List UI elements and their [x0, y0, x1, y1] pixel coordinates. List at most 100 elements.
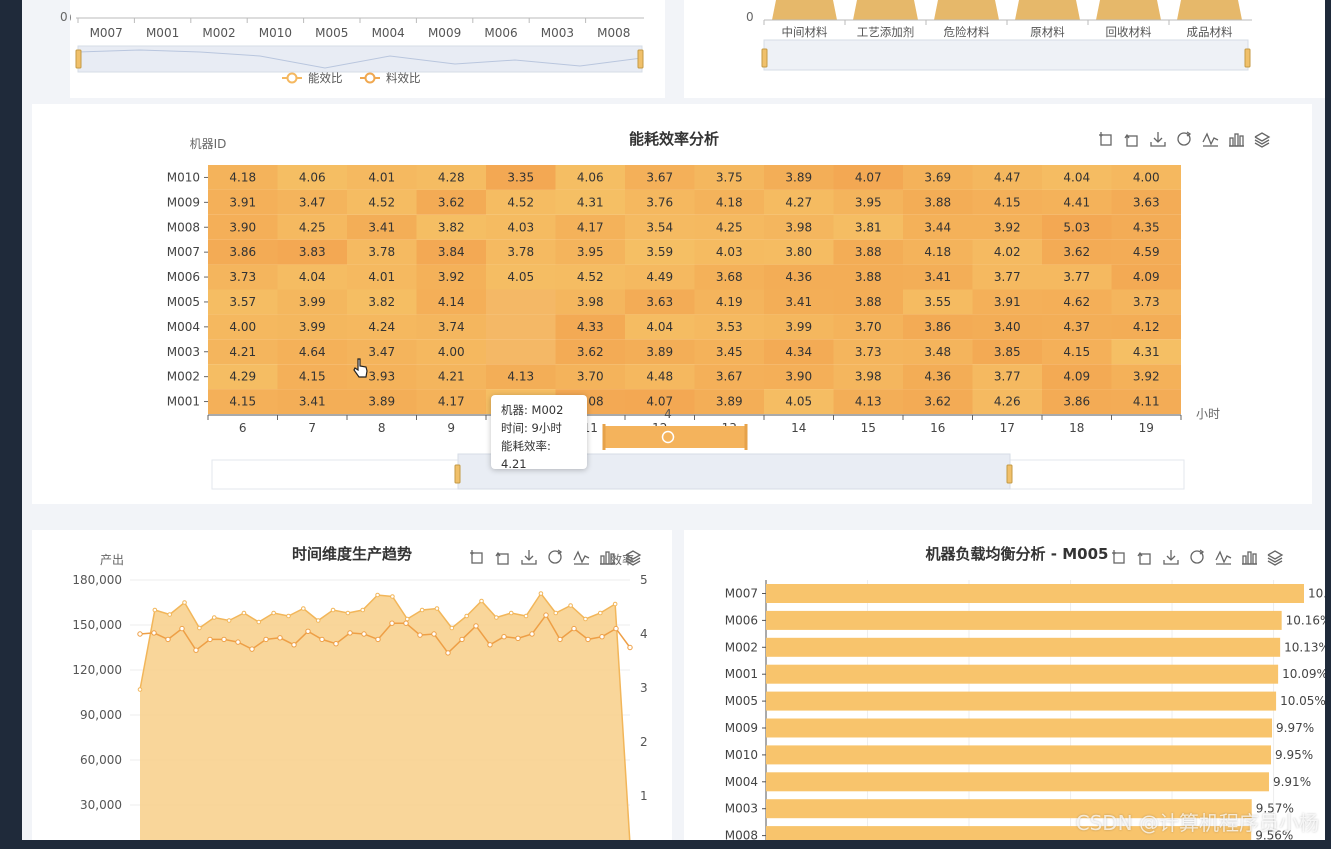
- trend-efficiency-point[interactable]: [305, 628, 311, 635]
- trend-efficiency-point[interactable]: [319, 636, 325, 643]
- top-right-slider-handle-right[interactable]: [1244, 48, 1251, 68]
- trend-output-point[interactable]: [286, 613, 291, 619]
- download-icon[interactable]: [521, 550, 537, 565]
- heatmap-zoom-handle-left[interactable]: [454, 464, 461, 484]
- load-bar[interactable]: [766, 664, 1279, 684]
- trend-output-point[interactable]: [301, 606, 306, 611]
- trend-efficiency-point[interactable]: [207, 636, 213, 643]
- trend-efficiency-point[interactable]: [557, 636, 563, 643]
- trend-output-point[interactable]: [434, 606, 440, 611]
- download-icon[interactable]: [1150, 132, 1166, 147]
- trend-output-point[interactable]: [568, 603, 573, 608]
- top-left-slider-handle-right[interactable]: [637, 49, 644, 69]
- trend-output-point[interactable]: [241, 610, 247, 616]
- zoom-reset-icon[interactable]: [1137, 551, 1151, 565]
- trend-output-point[interactable]: [345, 610, 351, 616]
- trend-efficiency-point[interactable]: [249, 646, 255, 652]
- trend-output-point[interactable]: [464, 613, 469, 619]
- trend-output-point[interactable]: [390, 594, 395, 599]
- refresh-icon[interactable]: [1190, 549, 1205, 564]
- heatmap-visual-map-handle[interactable]: [661, 430, 675, 444]
- trend-efficiency-point[interactable]: [599, 634, 605, 640]
- trend-output-point[interactable]: [449, 625, 455, 631]
- trend-efficiency-point[interactable]: [473, 623, 479, 629]
- load-bar[interactable]: [766, 584, 1304, 603]
- load-bar[interactable]: [766, 637, 1281, 657]
- trend-output-point[interactable]: [375, 592, 380, 598]
- trend-efficiency-point[interactable]: [501, 634, 507, 640]
- trend-output-point[interactable]: [419, 607, 425, 613]
- heatmap-cell[interactable]: [486, 339, 556, 365]
- zoom-select-icon[interactable]: [1112, 550, 1125, 564]
- trend-output-point[interactable]: [167, 612, 172, 617]
- trend-output-point[interactable]: [523, 613, 529, 619]
- trend-efficiency-point[interactable]: [529, 631, 535, 637]
- trend-efficiency-point[interactable]: [627, 644, 633, 651]
- trend-efficiency-point[interactable]: [193, 647, 199, 653]
- zoom-reset-icon[interactable]: [495, 551, 509, 565]
- heatmap-cell[interactable]: [486, 314, 556, 340]
- trend-output-point[interactable]: [271, 610, 276, 616]
- trend-output-point[interactable]: [612, 601, 618, 607]
- trend-efficiency-point[interactable]: [235, 639, 241, 645]
- trend-efficiency-point[interactable]: [361, 631, 367, 637]
- line-chart-icon[interactable]: [1215, 550, 1232, 565]
- trend-output-point[interactable]: [182, 600, 187, 605]
- trend-efficiency-point[interactable]: [487, 642, 493, 648]
- heatmap-visual-map[interactable]: [604, 426, 746, 448]
- trend-output-point[interactable]: [197, 625, 202, 631]
- top-left-slider-handle-left[interactable]: [75, 49, 82, 69]
- trend-output-point[interactable]: [137, 687, 143, 692]
- trend-efficiency-point[interactable]: [165, 636, 171, 643]
- load-bar[interactable]: [766, 718, 1273, 738]
- zoom-select-icon[interactable]: [470, 550, 483, 564]
- trend-output-point[interactable]: [211, 615, 217, 620]
- top-left-zoom-slider[interactable]: [77, 45, 643, 73]
- download-icon[interactable]: [1163, 550, 1179, 565]
- zoom-select-icon[interactable]: [1099, 132, 1112, 146]
- trend-output-point[interactable]: [553, 610, 559, 616]
- line-chart-icon[interactable]: [1202, 132, 1219, 147]
- top-right-zoom-slider[interactable]: [763, 39, 1249, 71]
- trend-output-point[interactable]: [256, 619, 262, 625]
- heatmap-zoom-handle-right[interactable]: [1006, 464, 1013, 484]
- load-bar[interactable]: [766, 610, 1282, 630]
- bar-chart-icon[interactable]: [1242, 551, 1257, 565]
- refresh-icon[interactable]: [1177, 131, 1192, 146]
- trend-efficiency-point[interactable]: [221, 636, 227, 643]
- trend-output-point[interactable]: [315, 618, 321, 623]
- trend-efficiency-point[interactable]: [263, 636, 269, 643]
- load-bar[interactable]: [766, 745, 1272, 765]
- trend-efficiency-point[interactable]: [403, 620, 409, 626]
- load-bar[interactable]: [766, 691, 1277, 711]
- heatmap-cell[interactable]: [486, 289, 556, 315]
- trend-output-point[interactable]: [226, 618, 232, 623]
- trend-output-point[interactable]: [538, 591, 544, 596]
- trend-output-point[interactable]: [152, 607, 158, 613]
- trend-efficiency-point[interactable]: [179, 625, 185, 632]
- trend-efficiency-point[interactable]: [375, 636, 381, 643]
- trend-efficiency-point[interactable]: [151, 630, 157, 636]
- stack-icon[interactable]: [1254, 132, 1271, 148]
- trend-efficiency-point[interactable]: [543, 612, 549, 618]
- bar-chart-icon[interactable]: [1229, 133, 1244, 147]
- trend-efficiency-point[interactable]: [431, 631, 437, 637]
- trend-efficiency-point[interactable]: [613, 625, 619, 632]
- trend-output-point[interactable]: [583, 616, 588, 622]
- zoom-reset-icon[interactable]: [1124, 133, 1138, 147]
- trend-efficiency-point[interactable]: [333, 641, 339, 647]
- line-chart-icon[interactable]: [573, 550, 590, 565]
- trend-efficiency-point[interactable]: [417, 632, 423, 638]
- trend-output-point[interactable]: [360, 607, 366, 613]
- trend-efficiency-point[interactable]: [347, 630, 353, 636]
- trend-efficiency-point[interactable]: [459, 636, 465, 643]
- trend-efficiency-point[interactable]: [515, 635, 521, 642]
- trend-efficiency-point[interactable]: [571, 625, 577, 632]
- stack-icon[interactable]: [1267, 550, 1284, 566]
- trend-efficiency-point[interactable]: [585, 636, 591, 643]
- trend-output-point[interactable]: [404, 616, 410, 622]
- trend-efficiency-point[interactable]: [277, 635, 283, 641]
- trend-output-point[interactable]: [479, 598, 484, 604]
- trend-output-point[interactable]: [330, 607, 336, 613]
- trend-output-point[interactable]: [598, 610, 603, 616]
